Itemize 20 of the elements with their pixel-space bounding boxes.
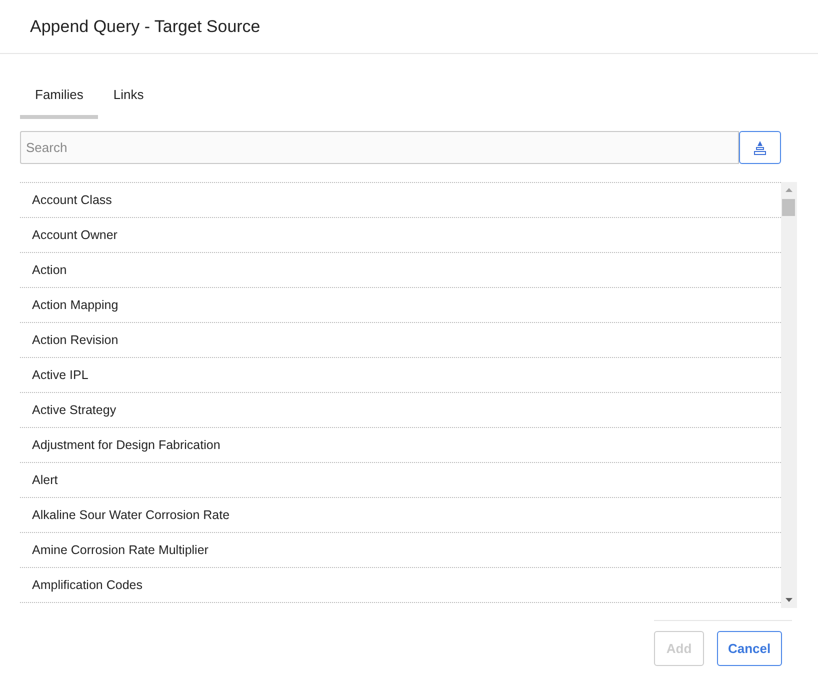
- list-item[interactable]: Action Revision: [20, 323, 781, 358]
- list-item[interactable]: Action: [20, 253, 781, 288]
- list-item[interactable]: Account Owner: [20, 218, 781, 253]
- pyramid-icon: [752, 140, 768, 156]
- dialog-button[interactable]: Cancel: [717, 631, 782, 666]
- list-item[interactable]: Action Mapping: [20, 288, 781, 323]
- tab[interactable]: Links: [98, 74, 159, 119]
- list-item[interactable]: Active IPL: [20, 358, 781, 393]
- list-item[interactable]: Amplification Codes: [20, 568, 781, 603]
- dialog-title: Append Query - Target Source: [30, 16, 260, 36]
- list-item[interactable]: Adjustment for Design Fabrication: [20, 428, 781, 463]
- scrollbar[interactable]: [781, 182, 797, 608]
- list-item[interactable]: Amine Corrosion Rate Multiplier: [20, 533, 781, 568]
- list-item[interactable]: Active Strategy: [20, 393, 781, 428]
- search-field[interactable]: Search: [20, 131, 739, 164]
- list-item[interactable]: Alert: [20, 463, 781, 498]
- hierarchy-button[interactable]: [739, 131, 781, 164]
- tab[interactable]: Families: [20, 74, 98, 119]
- list-item[interactable]: Alkaline Sour Water Corrosion Rate: [20, 498, 781, 533]
- list-item[interactable]: Account Class: [20, 183, 781, 218]
